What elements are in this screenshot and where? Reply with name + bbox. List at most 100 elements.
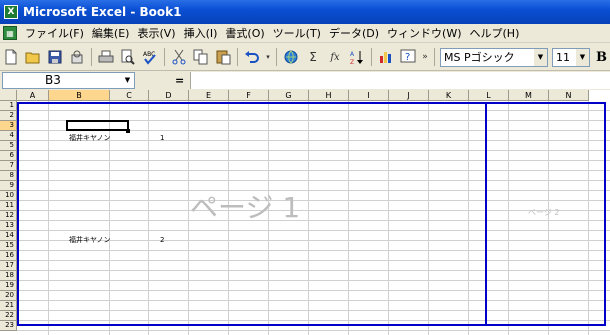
menu-file[interactable]: ファイル(F) <box>21 25 88 41</box>
row-header-14[interactable]: 14 <box>0 231 17 241</box>
toolbar-separator <box>164 48 165 66</box>
row-header-1[interactable]: 1 <box>0 101 17 111</box>
chevron-down-icon[interactable]: ▼ <box>121 73 134 88</box>
toolbar-separator <box>237 48 238 66</box>
formula-equals[interactable]: = <box>175 74 184 87</box>
permission-icon[interactable] <box>67 47 87 67</box>
font-name-value: MS Pゴシック <box>444 51 515 64</box>
excel-app-icon[interactable]: X <box>4 5 18 19</box>
undo-dropdown-icon[interactable]: ▾ <box>264 47 272 67</box>
menu-tools[interactable]: ツール(T) <box>269 25 325 41</box>
column-header-l[interactable]: L <box>469 90 509 101</box>
gridline <box>17 330 610 331</box>
toolbar-separator <box>434 48 435 66</box>
page-1-label: ページ 1 <box>190 191 301 224</box>
row-header-12[interactable]: 12 <box>0 211 17 221</box>
cut-icon[interactable] <box>169 47 189 67</box>
column-header-b[interactable]: B <box>49 90 110 101</box>
title-bar: X Microsoft Excel - Book1 <box>0 0 610 24</box>
column-header-e[interactable]: E <box>189 90 229 101</box>
menu-window[interactable]: ウィンドウ(W) <box>383 25 465 41</box>
toolbar-separator <box>91 48 92 66</box>
formula-input[interactable] <box>190 72 610 89</box>
row-header-2[interactable]: 2 <box>0 111 17 121</box>
menu-bar: ▦ ファイル(F) 編集(E) 表示(V) 挿入(I) 書式(O) ツール(T)… <box>0 24 610 43</box>
chart-wizard-icon[interactable] <box>376 47 396 67</box>
row-header-22[interactable]: 22 <box>0 311 17 321</box>
column-header-m[interactable]: M <box>509 90 549 101</box>
standard-toolbar: ABC ▾ Σ fx AZ ? » MS Pゴシック ▼ 11 ▼ B <box>0 44 610 71</box>
print-preview-icon[interactable] <box>118 47 138 67</box>
column-header-c[interactable]: C <box>110 90 149 101</box>
row-header-4[interactable]: 4 <box>0 131 17 141</box>
column-header-f[interactable]: F <box>229 90 269 101</box>
row-header-5[interactable]: 5 <box>0 141 17 151</box>
toolbar-options-icon[interactable]: » <box>420 47 430 67</box>
menu-insert[interactable]: 挿入(I) <box>180 25 222 41</box>
svg-text:A: A <box>350 51 355 58</box>
fill-handle[interactable] <box>126 129 130 133</box>
menu-format[interactable]: 書式(O) <box>221 25 268 41</box>
font-name-select[interactable]: MS Pゴシック ▼ <box>440 47 548 67</box>
column-header-d[interactable]: D <box>149 90 189 101</box>
menu-edit[interactable]: 編集(E) <box>88 25 134 41</box>
row-header-6[interactable]: 6 <box>0 151 17 161</box>
sort-ascending-icon[interactable]: AZ <box>347 47 367 67</box>
formula-bar: B3 ▼ = <box>0 71 610 90</box>
row-header-3[interactable]: 3 <box>0 121 17 131</box>
column-header-a[interactable]: A <box>17 90 49 101</box>
workbook-icon[interactable]: ▦ <box>3 26 17 40</box>
toolbar-separator <box>276 48 277 66</box>
hyperlink-icon[interactable] <box>281 47 301 67</box>
column-header-i[interactable]: I <box>349 90 389 101</box>
save-icon[interactable] <box>45 47 65 67</box>
column-header-k[interactable]: K <box>429 90 469 101</box>
row-header-9[interactable]: 9 <box>0 181 17 191</box>
paste-icon[interactable] <box>213 47 233 67</box>
row-header-10[interactable]: 10 <box>0 191 17 201</box>
print-icon[interactable] <box>96 47 116 67</box>
page-2-label: ページ 2 <box>528 208 560 217</box>
column-header-n[interactable]: N <box>549 90 589 101</box>
autosum-icon[interactable]: Σ <box>303 47 323 67</box>
row-header-20[interactable]: 20 <box>0 291 17 301</box>
undo-icon[interactable] <box>242 47 262 67</box>
menu-help[interactable]: ヘルプ(H) <box>466 25 524 41</box>
row-header-11[interactable]: 11 <box>0 201 17 211</box>
row-header-8[interactable]: 8 <box>0 171 17 181</box>
spellcheck-icon[interactable]: ABC <box>140 47 160 67</box>
column-header-g[interactable]: G <box>269 90 309 101</box>
row-header-19[interactable]: 19 <box>0 281 17 291</box>
row-header-17[interactable]: 17 <box>0 261 17 271</box>
toolbar-separator <box>371 48 372 66</box>
name-box-value: B3 <box>45 73 61 87</box>
row-header-13[interactable]: 13 <box>0 221 17 231</box>
bold-button[interactable]: B <box>596 50 607 65</box>
name-box[interactable]: B3 ▼ <box>2 72 135 89</box>
font-size-value: 11 <box>556 50 570 64</box>
window-title: Microsoft Excel - Book1 <box>23 5 182 19</box>
row-header-15[interactable]: 15 <box>0 241 17 251</box>
select-all-corner[interactable] <box>0 90 17 101</box>
column-header-h[interactable]: H <box>309 90 349 101</box>
worksheet-grid[interactable]: ABCDEFGHIJKLMN 1 2 3 4 5 6 7 8 9 10 11 12 13 14 15 16 17… <box>0 90 610 335</box>
row-header-16[interactable]: 16 <box>0 251 17 261</box>
chevron-down-icon[interactable]: ▼ <box>576 48 589 66</box>
open-folder-icon[interactable] <box>23 47 43 67</box>
help-icon[interactable]: ? <box>398 47 418 67</box>
column-header-j[interactable]: J <box>389 90 429 101</box>
copy-icon[interactable] <box>191 47 211 67</box>
menu-view[interactable]: 表示(V) <box>133 25 179 41</box>
active-cell-b3[interactable] <box>66 120 129 131</box>
svg-text:Z: Z <box>350 59 354 65</box>
chevron-down-icon[interactable]: ▼ <box>534 48 547 66</box>
svg-text:?: ? <box>405 52 410 63</box>
row-header-21[interactable]: 21 <box>0 301 17 311</box>
row-header-18[interactable]: 18 <box>0 271 17 281</box>
insert-function-icon[interactable]: fx <box>325 47 345 67</box>
menu-data[interactable]: データ(D) <box>325 25 383 41</box>
row-header-23[interactable]: 23 <box>0 321 17 331</box>
row-header-7[interactable]: 7 <box>0 161 17 171</box>
font-size-select[interactable]: 11 ▼ <box>552 47 590 67</box>
new-document-icon[interactable] <box>1 47 21 67</box>
